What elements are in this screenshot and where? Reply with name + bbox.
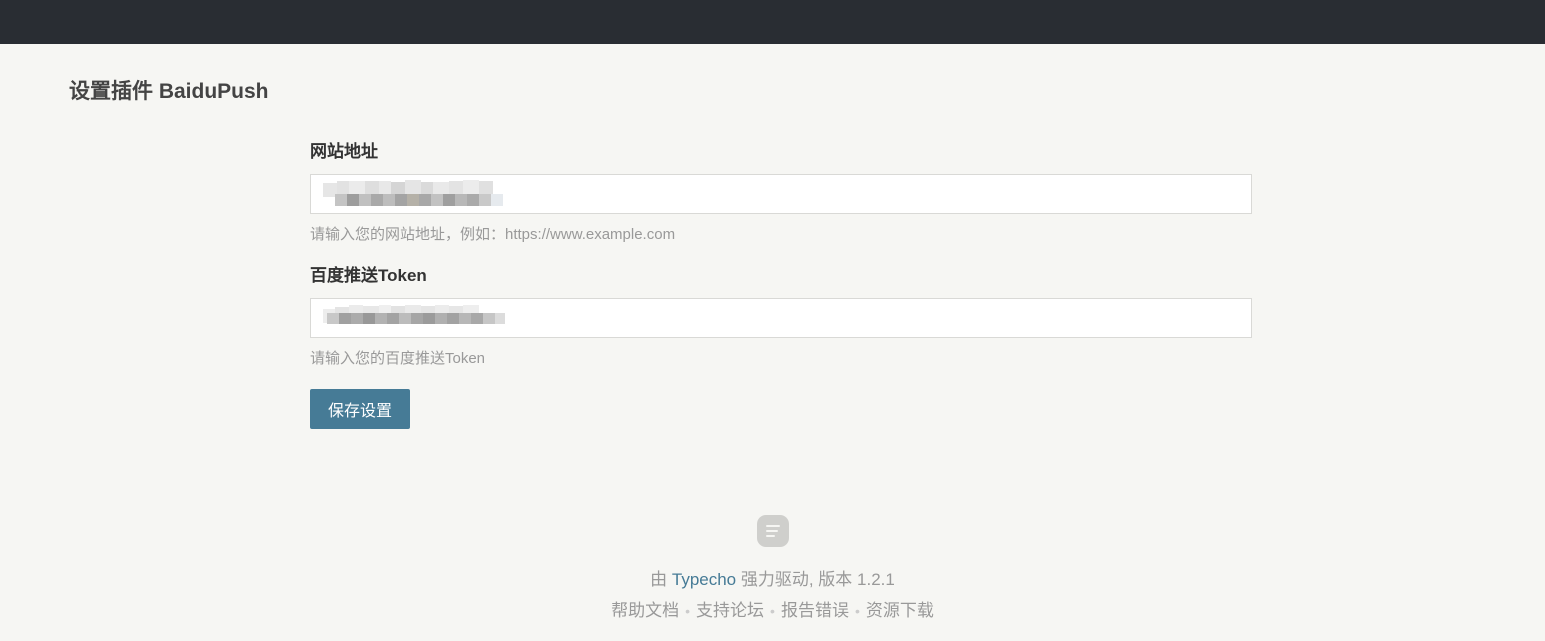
site-url-hint: 请输入您的网站地址，例如：https://www.example.com	[310, 226, 676, 243]
plugin-settings-form: 网站地址 请输入您的网站地址，例如：https://www.example.co…	[310, 140, 1252, 429]
save-settings-button[interactable]: 保存设置	[310, 389, 410, 429]
site-url-group: 网站地址 请输入您的网站地址，例如：https://www.example.co…	[310, 140, 1252, 245]
site-url-label: 网站地址	[310, 142, 378, 161]
resource-download-link[interactable]: 资源下载	[866, 601, 934, 620]
separator-dot: •	[685, 603, 691, 619]
footer: 由 Typecho 强力驱动, 版本 1.2.1 帮助文档 • 支持论坛 • 报告错误 •…	[0, 515, 1545, 623]
typecho-logo-icon[interactable]	[756, 515, 789, 547]
token-hint: 请输入您的百度推送Token	[310, 350, 486, 367]
help-docs-link[interactable]: 帮助文档	[611, 601, 679, 620]
separator-dot: •	[770, 603, 775, 619]
site-url-field-frame	[310, 174, 1252, 214]
token-group: 百度推送Token 请输入您的百度推送Token	[310, 264, 1252, 369]
token-input[interactable]	[311, 299, 1251, 337]
typecho-link[interactable]: Typecho	[672, 570, 736, 589]
top-navigation-bar	[0, 0, 1545, 44]
token-field-frame	[310, 298, 1252, 338]
separator-dot: •	[854, 603, 860, 619]
powered-prefix: 由	[650, 570, 672, 589]
page-title: 设置插件 BaiduPush	[69, 80, 269, 103]
site-url-input[interactable]	[311, 175, 1251, 213]
powered-by-text: 由 Typecho 强力驱动, 版本 1.2.1	[0, 568, 1545, 592]
report-bug-link[interactable]: 报告错误	[781, 601, 849, 620]
token-label: 百度推送Token	[310, 266, 427, 285]
footer-links: 帮助文档 • 支持论坛 • 报告错误 • 资源下载	[0, 599, 1545, 623]
support-forum-link[interactable]: 支持论坛	[696, 601, 764, 620]
powered-suffix: 强力驱动, 版本 1.2.1	[736, 570, 895, 589]
